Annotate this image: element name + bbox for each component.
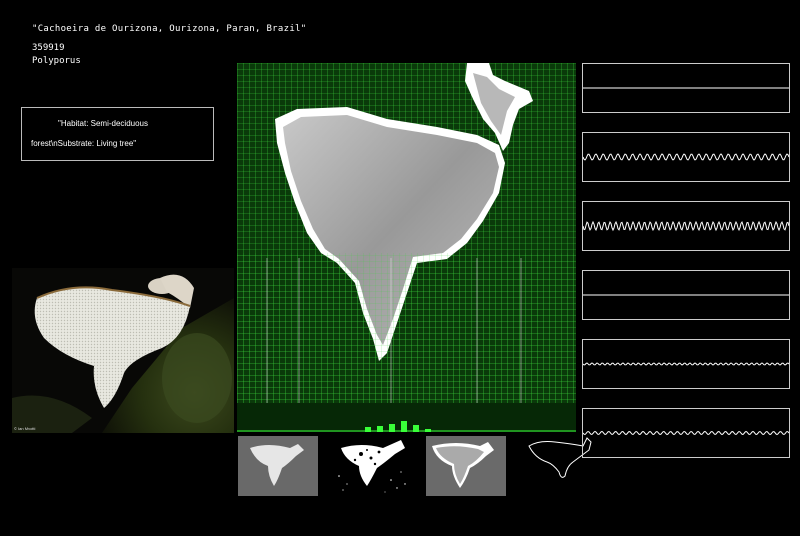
pixel-grid-view — [237, 63, 576, 432]
signal-trace-6 — [583, 430, 789, 436]
signal-line — [583, 430, 789, 436]
signal-line — [583, 220, 789, 232]
signal-panel-2 — [582, 132, 790, 182]
genus-name: Polyporus — [32, 56, 81, 66]
shaded-image — [426, 436, 506, 496]
signal-trace-5 — [583, 362, 789, 366]
signal-line — [583, 362, 789, 366]
specimen-location: "Cachoeira de Ourizona, Ourizona, Paran,… — [32, 24, 307, 34]
signal-trace-1 — [583, 87, 789, 89]
signal-panel-6 — [582, 408, 790, 458]
signal-trace-2 — [583, 153, 789, 161]
signal-panel-1 — [582, 63, 790, 113]
segmentation-grid — [237, 63, 576, 432]
habitat-text-line1: "Habitat: Semi-deciduous — [58, 119, 148, 128]
binary-mask-image — [331, 436, 411, 496]
signal-trace-3 — [583, 220, 789, 232]
specimen-photo: © Ian Mvotti — [12, 268, 234, 433]
signal-trace-4 — [583, 294, 789, 296]
shaded-thumbnail[interactable] — [426, 436, 506, 496]
grayscale-thumbnail[interactable] — [238, 436, 318, 496]
photo-credit: © Ian Mvotti — [14, 426, 36, 431]
habitat-box: "Habitat: Semi-deciduous forest\nSubstra… — [21, 107, 214, 161]
grayscale-image — [238, 436, 318, 496]
signal-panel-5 — [582, 339, 790, 389]
binary-mask-thumbnail[interactable] — [331, 436, 411, 496]
signal-panel-4 — [582, 270, 790, 320]
mushroom-photo-illustration — [12, 268, 234, 433]
habitat-text-line2: forest\nSubstrate: Living tree" — [31, 139, 137, 148]
signal-panel-3 — [582, 201, 790, 251]
signal-line — [583, 153, 789, 161]
catalog-id: 359919 — [32, 43, 65, 53]
